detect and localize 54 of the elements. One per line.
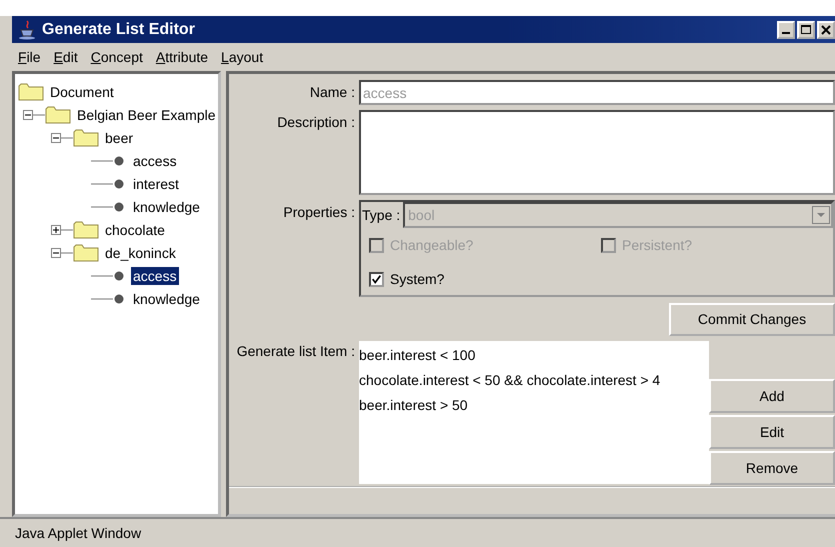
tree-node-label[interactable]: Document bbox=[48, 82, 116, 100]
collapse-icon[interactable] bbox=[51, 246, 73, 258]
tree-node-label[interactable]: knowledge bbox=[131, 198, 202, 216]
leaf-node-icon bbox=[91, 154, 125, 166]
list-action-button[interactable]: Edit bbox=[709, 414, 835, 449]
leaf-node-icon bbox=[91, 200, 125, 212]
list-action-button[interactable]: Add bbox=[709, 378, 835, 413]
checkbox-label: System? bbox=[390, 271, 444, 288]
folder-icon bbox=[45, 106, 71, 124]
close-icon bbox=[821, 24, 831, 34]
field-label: Name : bbox=[308, 83, 355, 102]
collapse-icon[interactable] bbox=[23, 108, 45, 120]
field-label: Properties : bbox=[282, 203, 355, 222]
menu-item[interactable]: Attribute bbox=[156, 49, 208, 65]
list-item[interactable]: chocolate.interest < 50 && chocolate.interest > 4 bbox=[359, 368, 709, 393]
coffee-cup-icon bbox=[18, 20, 38, 40]
list-action-button[interactable]: Remove bbox=[709, 450, 835, 485]
maximize-icon bbox=[801, 24, 811, 34]
commit-changes-button[interactable]: Commit Changes bbox=[669, 302, 835, 336]
collapse-icon[interactable] bbox=[51, 132, 73, 144]
folder-icon bbox=[73, 244, 99, 262]
tree-node-label[interactable]: knowledge bbox=[131, 290, 202, 308]
tree-node-label[interactable]: access bbox=[131, 152, 179, 170]
leaf-node-icon bbox=[91, 270, 125, 282]
tree-node-label[interactable]: Belgian Beer Example bbox=[75, 106, 218, 124]
menu-item[interactable]: File bbox=[18, 49, 41, 65]
checkbox-label: Persistent? bbox=[622, 237, 692, 254]
leaf-node-icon bbox=[91, 178, 125, 190]
menu-item[interactable]: Layout bbox=[221, 49, 264, 65]
checkbox-label: Changeable? bbox=[390, 237, 474, 254]
tree-node-label[interactable]: access bbox=[131, 266, 179, 284]
folder-icon bbox=[73, 220, 99, 238]
expand-icon[interactable] bbox=[51, 224, 73, 236]
menu-item[interactable]: Edit bbox=[54, 49, 78, 65]
folder-icon bbox=[73, 128, 99, 146]
tree-node-label[interactable]: beer bbox=[103, 128, 136, 146]
minimize-icon bbox=[782, 32, 790, 34]
maximize-button[interactable] bbox=[797, 20, 815, 38]
field-label: Description : bbox=[276, 113, 355, 132]
tree-node-label[interactable]: interest bbox=[131, 174, 181, 192]
folder-icon bbox=[18, 82, 44, 100]
status-text: Java Applet Window bbox=[15, 524, 142, 540]
menu-item[interactable]: Concept bbox=[90, 49, 143, 65]
window-title: Generate List Editor bbox=[42, 20, 196, 38]
close-button[interactable] bbox=[817, 20, 835, 38]
list-item[interactable]: beer.interest < 100 bbox=[359, 342, 709, 368]
minimize-button[interactable] bbox=[777, 20, 795, 38]
list-item[interactable]: beer.interest > 50 bbox=[359, 392, 709, 418]
leaf-node-icon bbox=[91, 292, 125, 304]
tree-node-label[interactable]: de_koninck bbox=[103, 244, 178, 262]
field-label: Generate list Item : bbox=[236, 342, 355, 361]
type-label: Type : bbox=[361, 207, 400, 224]
description-field[interactable] bbox=[359, 110, 835, 196]
tree-node-label[interactable]: chocolate bbox=[103, 220, 167, 238]
